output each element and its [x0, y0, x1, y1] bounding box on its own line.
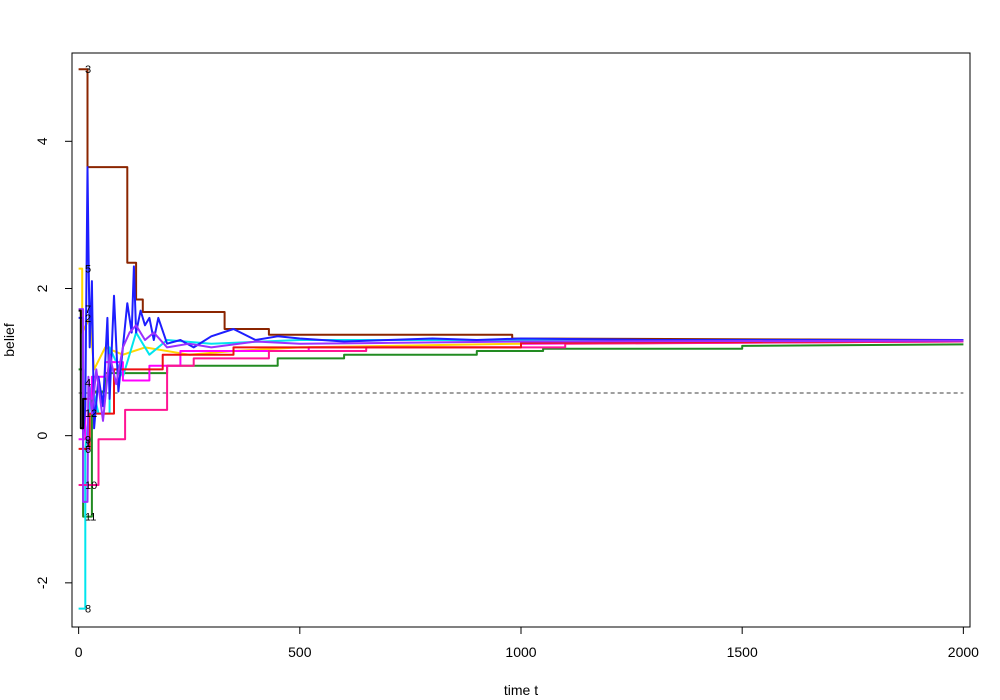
belief-chart: 0 500 1000 1500 2000 -2024 357241291610118 t… — [1, 52, 979, 698]
y-axis: -2 0 2 4 — [34, 137, 73, 589]
y-axis-title: belief — [1, 323, 17, 357]
x-axis: 0 500 1000 1500 2000 — [75, 626, 979, 660]
series-line-4 — [78, 331, 964, 610]
x-tick-label: 0 — [75, 644, 83, 660]
y-tick-label: -2 — [34, 576, 50, 589]
series-line-2 — [78, 343, 964, 518]
series-line-7 — [78, 339, 964, 450]
series-line-5 — [78, 340, 964, 441]
agent-label: 6 — [85, 444, 91, 456]
agent-label: 10 — [85, 480, 97, 492]
agent-label: 3 — [85, 64, 91, 76]
series-line-6 — [78, 340, 964, 486]
agent-label: 11 — [85, 512, 96, 524]
agent-label: 4 — [85, 378, 91, 390]
y-tick-label: 2 — [34, 284, 50, 292]
y-tick-label: 0 — [34, 432, 50, 440]
x-tick-label: 2000 — [948, 644, 979, 660]
x-axis-title: time t — [504, 682, 538, 698]
agent-label: 8 — [85, 604, 91, 616]
plot-area — [78, 68, 964, 610]
x-tick-label: 1500 — [727, 644, 758, 660]
agent-label: 2 — [85, 313, 91, 325]
y-tick-label: 4 — [34, 137, 50, 145]
x-tick-label: 500 — [288, 644, 312, 660]
series-line-8 — [78, 166, 964, 437]
agent-label: 5 — [85, 264, 91, 276]
agent-label: 12 — [85, 408, 97, 420]
series-line-1 — [78, 68, 964, 341]
x-tick-label: 1000 — [505, 644, 536, 660]
